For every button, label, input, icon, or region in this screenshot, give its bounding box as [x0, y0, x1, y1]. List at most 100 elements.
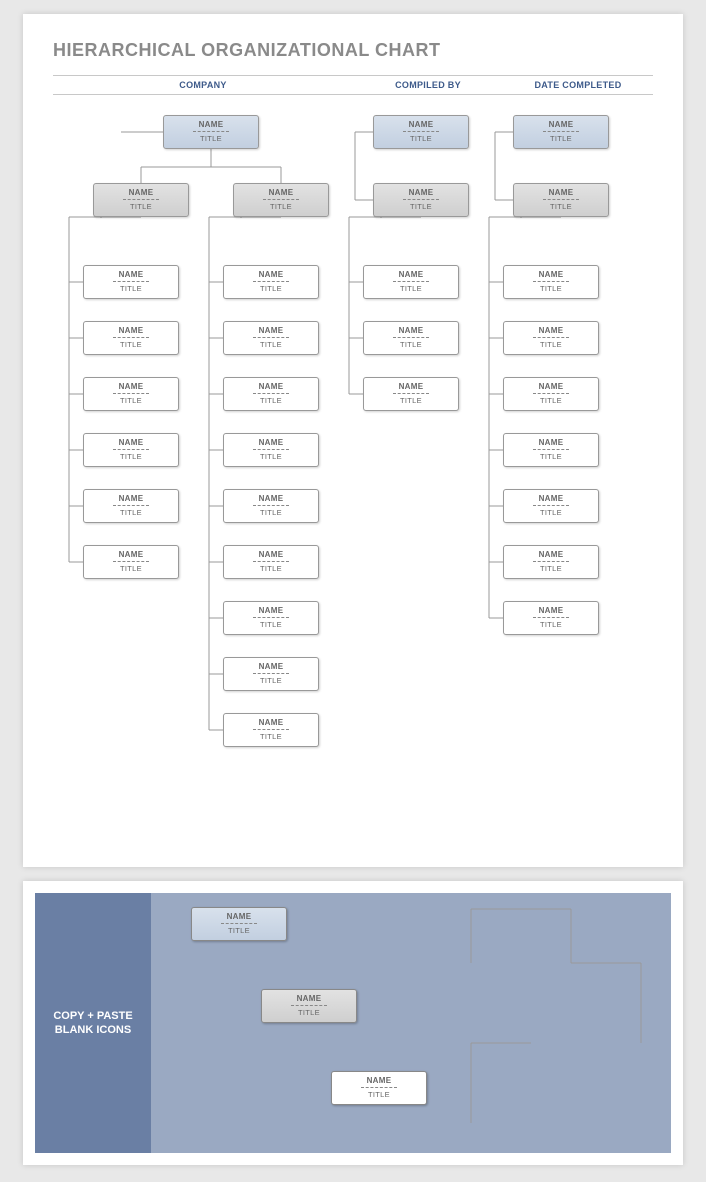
- name-label: NAME: [374, 188, 468, 197]
- title-label: TITLE: [84, 396, 178, 405]
- hdr-company: COMPANY: [53, 80, 353, 90]
- separator: [403, 199, 439, 200]
- separator: [113, 337, 149, 338]
- copy-paste-label: COPY + PASTE BLANK ICONS: [35, 893, 151, 1153]
- name-label: NAME: [504, 494, 598, 503]
- copy-paste-area: NAMETITLE NAMETITLE NAMETITLE: [151, 893, 671, 1153]
- leaf-box-col1-2: NAMETITLE: [223, 377, 319, 411]
- title-label: TITLE: [84, 564, 178, 573]
- name-label: NAME: [224, 718, 318, 727]
- title-label: TITLE: [94, 202, 188, 211]
- leaf-box-col2-1: NAMETITLE: [363, 321, 459, 355]
- leaf-box-col3-6: NAME TITLE: [503, 601, 599, 635]
- top-box-col3: NAMETITLE: [513, 115, 609, 149]
- page-2: COPY + PASTE BLANK ICONS NAMETITLENAMETI…: [23, 881, 683, 1165]
- page-title: HIERARCHICAL ORGANIZATIONAL CHART: [53, 40, 653, 61]
- title-label: TITLE: [504, 284, 598, 293]
- separator: [403, 131, 439, 132]
- separator: [393, 393, 429, 394]
- title-label: TITLE: [364, 284, 458, 293]
- separator: [253, 449, 289, 450]
- sample-box-0: NAMETITLE: [191, 907, 287, 941]
- name-label: NAME: [164, 120, 258, 129]
- top-box-col2: NAMETITLE: [373, 115, 469, 149]
- name-label: NAME: [504, 606, 598, 615]
- sample-box-1: NAMETITLE: [261, 989, 357, 1023]
- page-1: HIERARCHICAL ORGANIZATIONAL CHART COMPAN…: [23, 14, 683, 867]
- leaf-box-col2-2: NAME TITLE: [363, 377, 459, 411]
- separator: [533, 337, 569, 338]
- name-label: NAME: [514, 188, 608, 197]
- mgr-box-col3: NAME TITLE: [513, 183, 609, 217]
- name-label: NAME: [224, 494, 318, 503]
- name-label: NAME: [364, 270, 458, 279]
- title-label: TITLE: [364, 396, 458, 405]
- title-label: TITLE: [504, 620, 598, 629]
- name-label: NAME: [504, 270, 598, 279]
- title-label: TITLE: [224, 732, 318, 741]
- name-label: NAME: [224, 550, 318, 559]
- name-label: NAME: [364, 382, 458, 391]
- title-label: TITLE: [224, 284, 318, 293]
- title-label: TITLE: [224, 508, 318, 517]
- name-label: NAME: [364, 326, 458, 335]
- mgr-box-col1: NAMETITLE: [233, 183, 329, 217]
- leaf-box-col3-2: NAMETITLE: [503, 377, 599, 411]
- title-label: TITLE: [504, 508, 598, 517]
- title-label: TITLE: [164, 134, 258, 143]
- leaf-box-col3-4: NAME TITLE: [503, 489, 599, 523]
- name-label: NAME: [84, 326, 178, 335]
- title-label: TITLE: [224, 564, 318, 573]
- separator: [113, 449, 149, 450]
- separator: [253, 561, 289, 562]
- name-label: NAME: [84, 550, 178, 559]
- sample-box-2: NAMETITLE: [331, 1071, 427, 1105]
- title-label: TITLE: [84, 340, 178, 349]
- name-label: NAME: [224, 382, 318, 391]
- name-label: NAME: [94, 188, 188, 197]
- separator: [533, 281, 569, 282]
- separator: [253, 673, 289, 674]
- title-label: TITLE: [504, 340, 598, 349]
- name-label: NAME: [84, 382, 178, 391]
- name-label: NAME: [84, 270, 178, 279]
- separator: [263, 199, 299, 200]
- leaf-box-col1-3: NAME TITLE: [223, 433, 319, 467]
- name-label: NAME: [84, 494, 178, 503]
- header-row: COMPANY COMPILED BY DATE COMPLETED: [53, 75, 653, 95]
- leaf-box-col0-1: NAME TITLE: [83, 321, 179, 355]
- title-label: TITLE: [84, 452, 178, 461]
- name-label: NAME: [374, 120, 468, 129]
- separator: [113, 561, 149, 562]
- separator: [543, 199, 579, 200]
- title-label: TITLE: [504, 564, 598, 573]
- separator: [533, 617, 569, 618]
- separator: [113, 393, 149, 394]
- title-label: TITLE: [234, 202, 328, 211]
- separator: [253, 505, 289, 506]
- name-label: NAME: [224, 438, 318, 447]
- separator: [253, 729, 289, 730]
- name-label: NAME: [84, 438, 178, 447]
- leaf-box-col0-0: NAME TITLE: [83, 265, 179, 299]
- org-chart: NAME TITLE NAME TITLE NAME TITLE NAME TITLE NAME…: [53, 107, 653, 827]
- leaf-box-col1-6: NAMETITLE: [223, 601, 319, 635]
- separator: [543, 131, 579, 132]
- title-label: TITLE: [514, 202, 608, 211]
- separator: [393, 281, 429, 282]
- leaf-box-col1-4: NAME TITLE: [223, 489, 319, 523]
- title-label: TITLE: [84, 284, 178, 293]
- separator: [253, 393, 289, 394]
- separator: [533, 505, 569, 506]
- separator: [533, 393, 569, 394]
- separator: [113, 281, 149, 282]
- title-label: TITLE: [224, 620, 318, 629]
- leaf-box-col2-0: NAME TITLE: [363, 265, 459, 299]
- title-label: TITLE: [224, 676, 318, 685]
- name-label: NAME: [504, 326, 598, 335]
- mgr-box-col0: NAME TITLE: [93, 183, 189, 217]
- title-label: TITLE: [224, 452, 318, 461]
- separator: [393, 337, 429, 338]
- separator: [533, 449, 569, 450]
- copy-paste-stage: COPY + PASTE BLANK ICONS NAMETITLENAMETI…: [35, 893, 671, 1153]
